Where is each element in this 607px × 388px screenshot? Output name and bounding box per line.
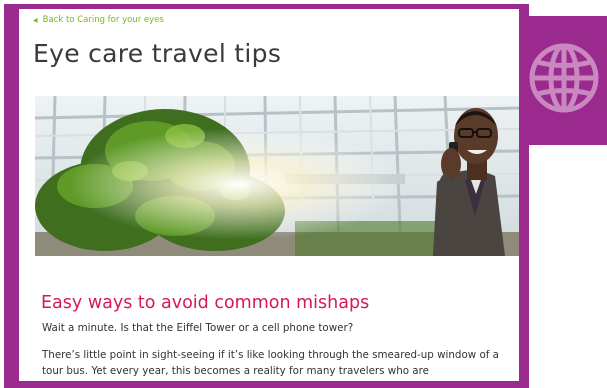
section-heading: Easy ways to avoid common mishaps bbox=[41, 293, 370, 313]
globe-icon bbox=[529, 43, 599, 113]
intro-text: Wait a minute. Is that the Eiffel Tower … bbox=[42, 322, 354, 334]
globe-tile bbox=[520, 16, 607, 145]
back-link[interactable]: ◀ Back to Caring for your eyes bbox=[33, 15, 164, 25]
hero-image bbox=[35, 96, 519, 256]
page-title: Eye care travel tips bbox=[33, 39, 282, 68]
article-page: ◀ Back to Caring for your eyes Eye care … bbox=[19, 9, 519, 381]
caret-left-icon: ◀ bbox=[33, 16, 38, 24]
body-paragraph: There’s little point in sight-seeing if … bbox=[42, 349, 499, 377]
back-link-label: Back to Caring for your eyes bbox=[42, 15, 164, 25]
